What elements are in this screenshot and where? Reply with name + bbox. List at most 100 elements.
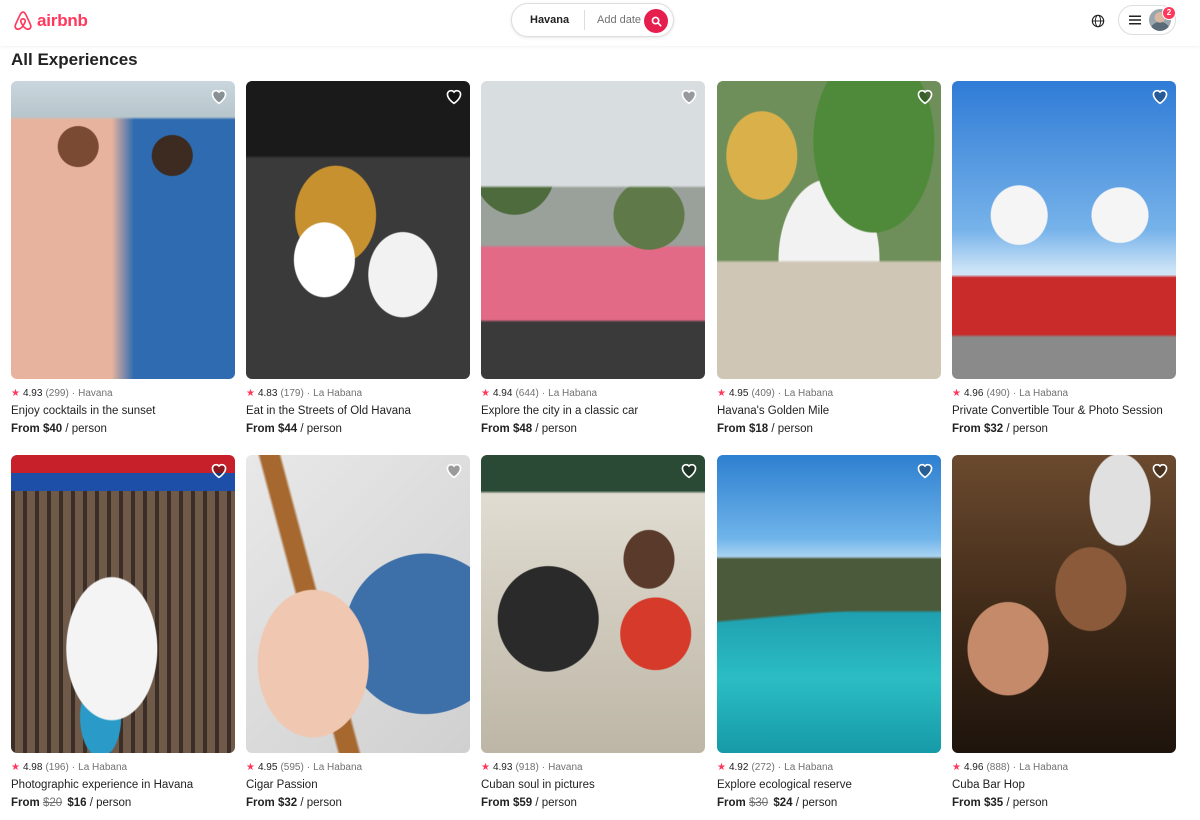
separator-dot: · <box>777 762 782 773</box>
rating-line: ★ 4.96 (490) · La Habana <box>952 388 1068 399</box>
globe-icon <box>1091 14 1105 28</box>
review-count: (644) <box>515 388 539 399</box>
experience-card[interactable]: ★ 4.93 (299) · Havana Enjoy cocktails in… <box>11 81 235 435</box>
search-button[interactable] <box>644 9 668 33</box>
location: Havana <box>548 762 583 773</box>
rating-line: ★ 4.92 (272) · La Habana <box>717 762 833 773</box>
rating-value: 4.93 <box>22 388 43 399</box>
heart-icon[interactable] <box>444 461 464 479</box>
page-title: All Experiences <box>11 50 138 69</box>
star-icon: ★ <box>717 388 726 399</box>
rating-value: 4.96 <box>963 762 984 773</box>
experience-title[interactable]: Photographic experience in Havana <box>11 779 193 791</box>
star-icon: ★ <box>246 762 255 773</box>
price-line: From $44 / person <box>246 423 342 435</box>
airbnb-logo[interactable]: airbnb <box>12 9 88 33</box>
rating-line: ★ 4.98 (196) · La Habana <box>11 762 127 773</box>
star-icon: ★ <box>952 762 961 773</box>
heart-icon[interactable] <box>444 87 464 105</box>
experience-photo[interactable] <box>952 455 1176 753</box>
experience-photo[interactable] <box>246 455 470 753</box>
price-from-label: From <box>952 423 981 435</box>
per-person-label: / person <box>1006 797 1048 809</box>
experience-title[interactable]: Eat in the Streets of Old Havana <box>246 405 411 417</box>
per-person-label: / person <box>300 797 342 809</box>
review-count: (918) <box>515 762 539 773</box>
review-count: (196) <box>45 762 69 773</box>
experience-title[interactable]: Explore ecological reserve <box>717 779 852 791</box>
review-count: (299) <box>45 388 69 399</box>
experience-card[interactable]: ★ 4.93 (918) · Havana Cuban soul in pict… <box>481 455 705 809</box>
add-date-field[interactable]: Add date <box>597 14 643 26</box>
per-person-label: / person <box>771 423 813 435</box>
experience-card[interactable]: ★ 4.92 (272) · La Habana Explore ecologi… <box>717 455 941 809</box>
experience-photo[interactable] <box>246 81 470 379</box>
price-line: From $48 / person <box>481 423 577 435</box>
experience-title[interactable]: Private Convertible Tour & Photo Session <box>952 405 1163 417</box>
experience-card[interactable]: ★ 4.95 (409) · La Habana Havana's Golden… <box>717 81 941 435</box>
location: La Habana <box>313 388 363 399</box>
rating-value: 4.83 <box>257 388 278 399</box>
price-from-label: From <box>11 423 40 435</box>
experience-photo[interactable] <box>481 81 705 379</box>
experience-photo[interactable] <box>11 81 235 379</box>
heart-icon[interactable] <box>209 87 229 105</box>
search-bar[interactable]: Havana Add date <box>511 3 674 37</box>
experience-photo[interactable] <box>952 81 1176 379</box>
experience-title[interactable]: Explore the city in a classic car <box>481 405 638 417</box>
heart-icon[interactable] <box>679 87 699 105</box>
experience-card[interactable]: ★ 4.96 (490) · La Habana Private Convert… <box>952 81 1176 435</box>
price-value: $40 <box>42 423 63 435</box>
price-line: From $32 / person <box>246 797 342 809</box>
heart-icon[interactable] <box>679 461 699 479</box>
separator-dot: · <box>71 762 76 773</box>
user-menu-button[interactable]: 2 <box>1118 5 1176 35</box>
language-button[interactable] <box>1089 12 1107 30</box>
experience-card[interactable]: ★ 4.98 (196) · La Habana Photographic ex… <box>11 455 235 809</box>
price-line: From $40 / person <box>11 423 107 435</box>
star-icon: ★ <box>481 388 490 399</box>
heart-icon[interactable] <box>915 461 935 479</box>
experience-card[interactable]: ★ 4.96 (888) · La Habana Cuba Bar Hop Fr… <box>952 455 1176 809</box>
location: La Habana <box>78 762 128 773</box>
experience-card[interactable]: ★ 4.95 (595) · La Habana Cigar Passion F… <box>246 455 470 809</box>
rating-value: 4.98 <box>22 762 43 773</box>
search-location[interactable]: Havana <box>512 14 578 26</box>
rating-line: ★ 4.94 (644) · La Habana <box>481 388 597 399</box>
notification-badge: 2 <box>1162 6 1176 20</box>
price-value: $32 <box>277 797 298 809</box>
review-count: (888) <box>986 762 1010 773</box>
review-count: (490) <box>986 388 1010 399</box>
avatar-wrapper: 2 <box>1149 6 1176 31</box>
experience-photo[interactable] <box>717 81 941 379</box>
experience-card[interactable]: ★ 4.83 (179) · La Habana Eat in the Stre… <box>246 81 470 435</box>
price-line: From $30 $24 / person <box>717 797 837 809</box>
price-from-label: From <box>11 797 40 809</box>
heart-icon[interactable] <box>1150 87 1170 105</box>
heart-icon[interactable] <box>915 87 935 105</box>
experience-photo[interactable] <box>481 455 705 753</box>
price-from-label: From <box>246 797 275 809</box>
heart-icon[interactable] <box>209 461 229 479</box>
experience-title[interactable]: Cigar Passion <box>246 779 318 791</box>
star-icon: ★ <box>952 388 961 399</box>
experience-photo[interactable] <box>717 455 941 753</box>
experience-card[interactable]: ★ 4.94 (644) · La Habana Explore the cit… <box>481 81 705 435</box>
price-from-label: From <box>481 797 510 809</box>
experience-title[interactable]: Havana's Golden Mile <box>717 405 829 417</box>
separator-dot: · <box>777 388 782 399</box>
separator-dot: · <box>541 762 546 773</box>
rating-value: 4.93 <box>492 762 513 773</box>
experience-title[interactable]: Enjoy cocktails in the sunset <box>11 405 155 417</box>
experience-title[interactable]: Cuban soul in pictures <box>481 779 595 791</box>
rating-value: 4.95 <box>728 388 749 399</box>
rating-line: ★ 4.93 (918) · Havana <box>481 762 583 773</box>
experience-title[interactable]: Cuba Bar Hop <box>952 779 1025 791</box>
rating-line: ★ 4.83 (179) · La Habana <box>246 388 362 399</box>
price-value: $32 <box>983 423 1004 435</box>
heart-icon[interactable] <box>1150 461 1170 479</box>
experience-photo[interactable] <box>11 455 235 753</box>
separator-dot: · <box>541 388 546 399</box>
review-count: (179) <box>280 388 304 399</box>
rating-value: 4.94 <box>492 388 513 399</box>
